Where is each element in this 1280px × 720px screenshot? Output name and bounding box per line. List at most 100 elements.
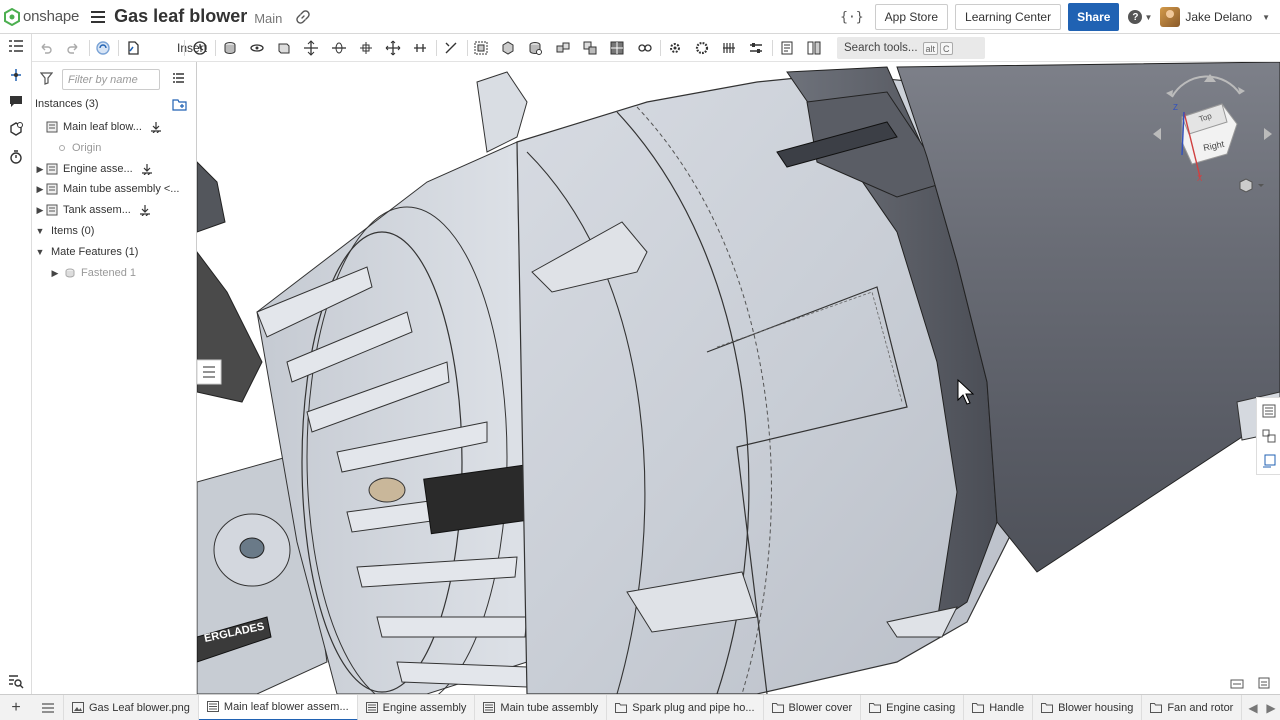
learning-center-button[interactable]: Learning Center xyxy=(955,4,1062,30)
comments-icon[interactable] xyxy=(7,92,25,110)
tab-main-tube-assembly[interactable]: Main tube assembly xyxy=(475,695,608,720)
share-button[interactable]: Share xyxy=(1068,3,1120,31)
cylindrical-mate-icon[interactable] xyxy=(330,39,348,57)
ball-mate-icon[interactable] xyxy=(384,39,402,57)
mate-features-header[interactable]: ▼ Mate Features (1) xyxy=(32,242,197,262)
pin-slot-mate-icon[interactable] xyxy=(357,39,375,57)
animation-icon[interactable] xyxy=(7,148,25,166)
collapse-chevron-icon[interactable]: ▼ xyxy=(34,247,46,257)
instance-origin[interactable]: Origin xyxy=(32,138,197,158)
chevron-down-icon: ▼ xyxy=(1144,12,1153,22)
linear-pattern-icon[interactable] xyxy=(526,39,544,57)
gear-relation-icon[interactable] xyxy=(636,39,654,57)
scroll-right-icon[interactable]: ▶ xyxy=(1266,701,1275,715)
user-name[interactable]: Jake Delano xyxy=(1185,10,1252,24)
revolute-mate-icon[interactable] xyxy=(248,39,266,57)
add-tab-button[interactable]: + xyxy=(0,699,32,717)
expand-chevron-icon[interactable]: ▶ xyxy=(34,205,46,216)
mate-connector-tool-icon[interactable] xyxy=(499,39,517,57)
folder-icon xyxy=(972,702,989,713)
expand-chevron-icon[interactable]: ▶ xyxy=(34,164,46,175)
undo-icon[interactable] xyxy=(37,39,55,57)
fastened-mate-icon[interactable] xyxy=(221,39,239,57)
mate-connector-icon[interactable] xyxy=(7,66,25,84)
instances-header: Instances (3) xyxy=(32,94,197,114)
regenerate-icon[interactable] xyxy=(94,39,112,57)
tab-engine-casing[interactable]: Engine casing xyxy=(861,695,965,720)
graphics-area[interactable]: ERGLADES Top Right X Z xyxy=(197,62,1280,694)
filter-row xyxy=(32,68,197,90)
instance-tank-assembly[interactable]: ▶ Tank assem... xyxy=(32,200,197,220)
expand-chevron-icon[interactable]: ▶ xyxy=(49,268,61,279)
circular-pattern-icon[interactable] xyxy=(554,39,572,57)
parallel-mate-icon[interactable] xyxy=(411,39,429,57)
render-settings-icon[interactable] xyxy=(1230,679,1244,689)
top-bar: onshape Gas leaf blower Main {·} App Sto… xyxy=(0,0,1280,34)
link-icon[interactable] xyxy=(296,9,311,24)
tab-label: Blower housing xyxy=(1058,701,1134,714)
expand-chevron-icon[interactable]: ▶ xyxy=(34,184,46,195)
instance-main-tube-assembly[interactable]: ▶ Main tube assembly <... xyxy=(32,179,197,199)
tab-label: Engine assembly xyxy=(382,701,467,714)
list-view-icon[interactable] xyxy=(172,72,185,85)
parts-icon[interactable] xyxy=(7,120,25,138)
configurations-icon[interactable] xyxy=(1262,429,1276,443)
instance-main-leaf-blower[interactable]: Main leaf blow... xyxy=(32,117,197,137)
filter-by-name-input[interactable] xyxy=(62,69,160,90)
tab-label: Main tube assembly xyxy=(500,701,599,714)
assembly-icon xyxy=(206,701,224,712)
create-folder-icon[interactable] xyxy=(172,98,187,111)
featurescript-icon[interactable]: {·} xyxy=(840,10,863,25)
tab-engine-assembly[interactable]: Engine assembly xyxy=(358,695,476,720)
tab-blower-cover[interactable]: Blower cover xyxy=(764,695,862,720)
tab-main-leaf-blower-assem[interactable]: Main leaf blower assem... xyxy=(198,695,358,720)
scroll-left-icon[interactable]: ◀ xyxy=(1248,701,1257,715)
mirror-icon[interactable] xyxy=(608,39,626,57)
help-menu[interactable]: ? ▼ xyxy=(1128,10,1152,24)
insert-icon[interactable] xyxy=(124,39,142,57)
version-search-icon[interactable] xyxy=(7,672,25,690)
tab-fan-and-rotor[interactable]: Fan and rotor xyxy=(1142,695,1243,720)
view-settings-icon[interactable] xyxy=(1258,677,1270,689)
tab-scroll-arrows: ◀ ▶ xyxy=(1244,695,1280,720)
tab-spark-plug-and-pipe-ho[interactable]: Spark plug and pipe ho... xyxy=(607,695,764,720)
user-chevron-down-icon[interactable]: ▼ xyxy=(1262,13,1270,22)
mate-icon[interactable] xyxy=(191,39,209,57)
folder-icon xyxy=(1041,702,1058,713)
tab-blower-housing[interactable]: Blower housing xyxy=(1033,695,1143,720)
screw-relation-icon[interactable] xyxy=(720,39,738,57)
instance-list-icon[interactable] xyxy=(7,38,25,56)
gear-icon[interactable] xyxy=(666,39,684,57)
tab-manager-icon[interactable] xyxy=(32,695,64,720)
branch-label[interactable]: Main xyxy=(254,11,282,26)
collapse-chevron-icon[interactable]: ▼ xyxy=(34,226,46,236)
rack-pinion-icon[interactable] xyxy=(693,39,711,57)
section-view-icon[interactable] xyxy=(778,39,796,57)
tangent-mate-icon[interactable] xyxy=(442,39,460,57)
bill-of-materials-icon[interactable] xyxy=(1262,404,1276,418)
items-header[interactable]: ▼ Items (0) xyxy=(32,221,197,241)
assembly-toolbar: Insert Search tools... alt C xyxy=(32,34,1280,62)
replicate-icon[interactable] xyxy=(581,39,599,57)
slider-mate-icon[interactable] xyxy=(275,39,293,57)
document-title[interactable]: Gas leaf blower xyxy=(114,6,247,27)
floating-list-icon[interactable] xyxy=(197,359,222,385)
instance-engine-assembly[interactable]: ▶ Engine asse... xyxy=(32,159,197,179)
avatar[interactable] xyxy=(1160,7,1181,27)
group-icon[interactable] xyxy=(472,39,490,57)
appearance-panel-icon[interactable] xyxy=(1262,454,1276,468)
filter-icon[interactable] xyxy=(40,72,53,85)
search-tools-input[interactable]: Search tools... alt C xyxy=(837,37,985,59)
redo-icon[interactable] xyxy=(64,39,82,57)
tab-handle[interactable]: Handle xyxy=(964,695,1034,720)
tab-gas-leaf-blower-png[interactable]: Gas Leaf blower.png xyxy=(64,695,199,720)
linear-relation-icon[interactable] xyxy=(747,39,765,57)
app-store-button[interactable]: App Store xyxy=(874,4,949,30)
main-menu-icon[interactable] xyxy=(91,10,106,23)
axis-z-label: Z xyxy=(1173,103,1178,112)
planar-mate-icon[interactable] xyxy=(302,39,320,57)
onshape-logo[interactable]: onshape xyxy=(4,7,79,26)
mate-fastened-1[interactable]: ▶ Fastened 1 xyxy=(32,263,197,283)
tab-label: Gas Leaf blower.png xyxy=(89,701,190,714)
measure-icon[interactable] xyxy=(805,39,823,57)
